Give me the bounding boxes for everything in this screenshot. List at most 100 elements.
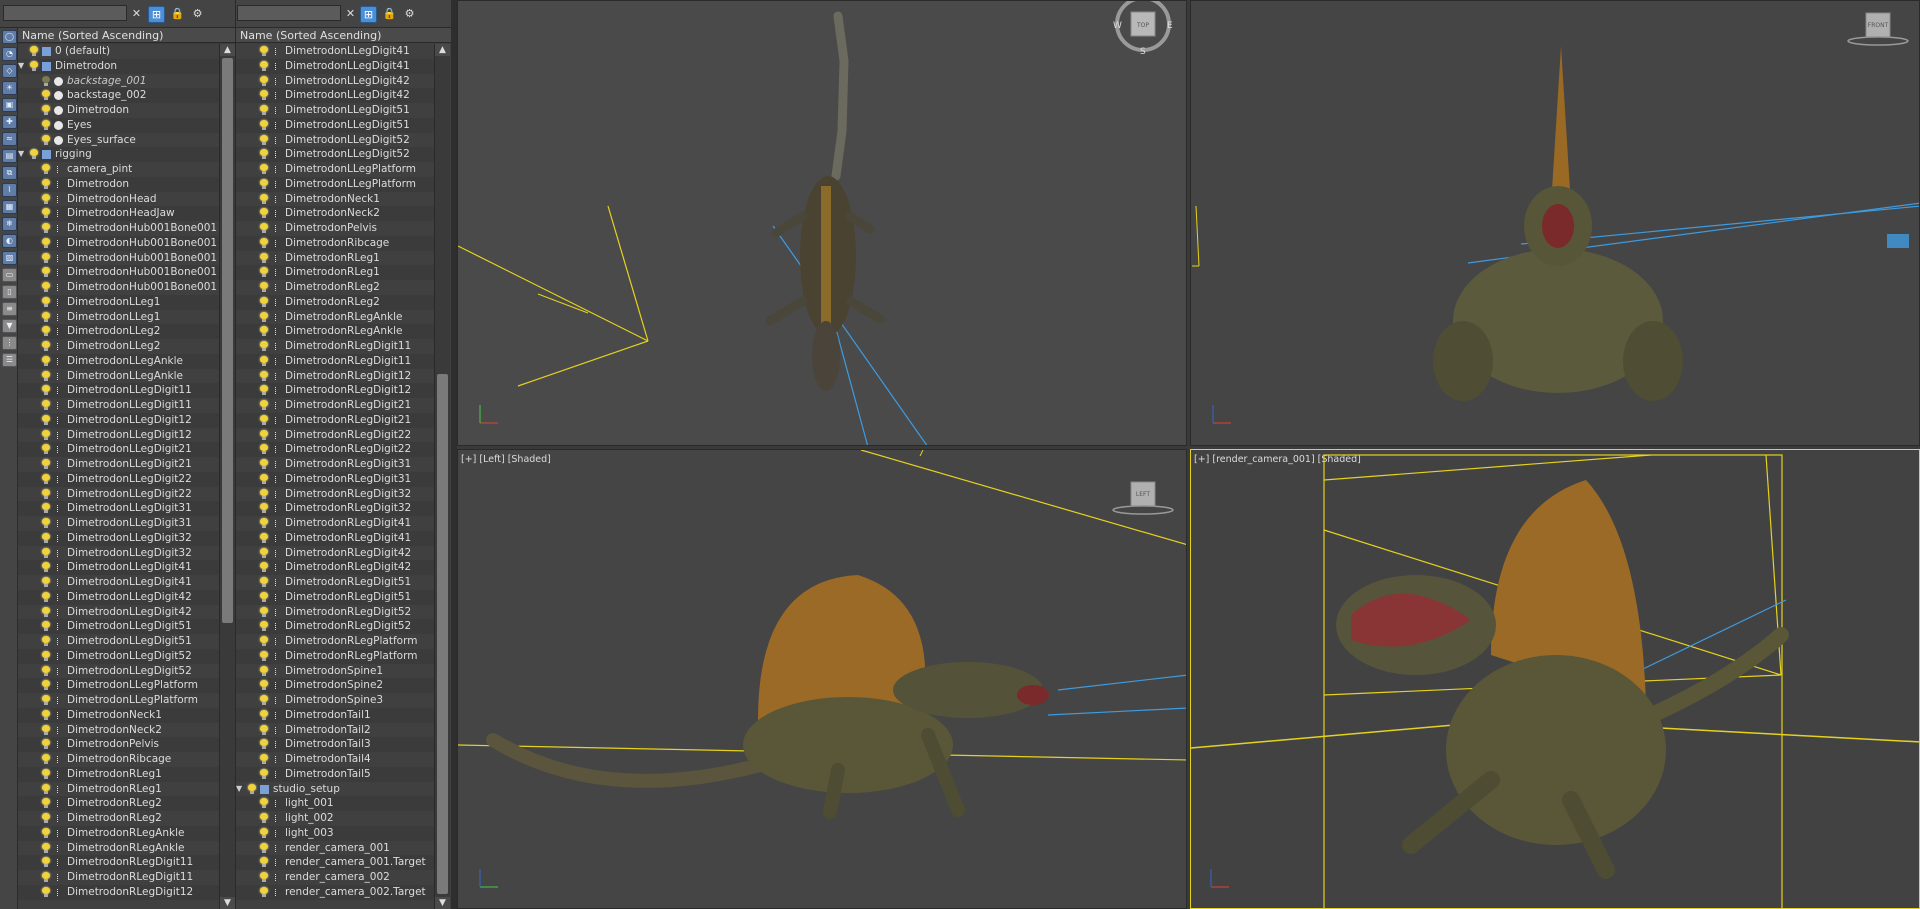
tree-row[interactable]: Eyes_surface bbox=[18, 133, 219, 148]
visibility-bulb-icon[interactable] bbox=[42, 695, 50, 705]
tree-row[interactable]: DimetrodonRLeg1 bbox=[236, 251, 434, 266]
visibility-bulb-icon[interactable] bbox=[42, 208, 50, 219]
viewport-top[interactable]: TOP W E S bbox=[457, 0, 1187, 446]
visibility-bulb-icon[interactable] bbox=[42, 739, 50, 750]
tree-row[interactable]: DimetrodonRLegDigit22 bbox=[236, 428, 434, 443]
visibility-bulb-icon[interactable] bbox=[42, 385, 50, 396]
visibility-bulb-icon[interactable] bbox=[42, 267, 50, 278]
sort-icon[interactable]: ≡ bbox=[2, 302, 17, 316]
visibility-bulb-icon[interactable] bbox=[42, 488, 50, 499]
visibility-bulb-icon[interactable] bbox=[42, 193, 50, 204]
display-xrefs-icon[interactable]: ⧉ bbox=[2, 166, 17, 180]
visibility-bulb-icon[interactable] bbox=[260, 193, 268, 204]
tree-row[interactable]: DimetrodonTail2 bbox=[236, 723, 434, 738]
visibility-bulb-icon[interactable] bbox=[260, 105, 268, 115]
visibility-bulb-icon[interactable] bbox=[42, 577, 50, 587]
invert-display-icon[interactable]: ▯ bbox=[2, 285, 17, 299]
visibility-bulb-icon[interactable] bbox=[42, 724, 50, 735]
visibility-bulb-icon[interactable] bbox=[260, 488, 268, 499]
visibility-bulb-icon[interactable] bbox=[42, 326, 50, 337]
tree-row[interactable]: DimetrodonLLegDigit31 bbox=[18, 516, 219, 531]
left-scrollbar[interactable]: ▲ ▼ bbox=[219, 44, 235, 909]
clear-filter-icon[interactable]: ✕ bbox=[343, 6, 358, 21]
tree-row[interactable]: light_003 bbox=[236, 825, 434, 841]
right-scrollbar[interactable]: ▲ ▼ bbox=[434, 44, 450, 909]
visibility-bulb-icon[interactable] bbox=[42, 827, 50, 838]
display-containers-icon[interactable]: ▦ bbox=[2, 200, 17, 214]
left-scroll-thumb[interactable] bbox=[222, 58, 233, 623]
tree-row[interactable]: DimetrodonNeck2 bbox=[18, 723, 219, 738]
visibility-bulb-icon[interactable] bbox=[260, 370, 268, 381]
visibility-bulb-icon[interactable] bbox=[260, 724, 268, 735]
tree-row[interactable]: DimetrodonTail4 bbox=[236, 752, 434, 767]
visibility-bulb-icon[interactable] bbox=[260, 400, 268, 410]
tree-row[interactable]: DimetrodonSpine1 bbox=[236, 664, 434, 679]
tree-row[interactable]: DimetrodonRLegDigit22 bbox=[236, 442, 434, 457]
tree-row[interactable]: Eyes bbox=[18, 117, 219, 133]
tree-row[interactable]: DimetrodonHub001Bone001 bbox=[18, 221, 219, 236]
select-object-icon[interactable]: ◯ bbox=[2, 30, 17, 44]
visibility-bulb-icon[interactable] bbox=[260, 178, 268, 189]
tree-row[interactable]: DimetrodonLLegDigit32 bbox=[18, 530, 219, 546]
tree-row[interactable]: light_001 bbox=[236, 796, 434, 811]
tree-row[interactable]: DimetrodonLLeg2 bbox=[18, 324, 219, 339]
visibility-bulb-icon[interactable] bbox=[260, 459, 268, 469]
tree-row[interactable]: DimetrodonRLegDigit11 bbox=[18, 855, 219, 870]
scroll-down-icon[interactable]: ▼ bbox=[435, 897, 450, 909]
visibility-bulb-icon[interactable] bbox=[42, 223, 50, 233]
visibility-bulb-icon[interactable] bbox=[260, 385, 268, 396]
tree-row[interactable]: DimetrodonRLegAnkle bbox=[18, 825, 219, 841]
tree-row[interactable]: DimetrodonLLegAnkle bbox=[18, 369, 219, 384]
tree-row[interactable]: DimetrodonHead bbox=[18, 192, 219, 207]
tree-row[interactable]: DimetrodonLLegDigit51 bbox=[18, 619, 219, 634]
viewport-front[interactable]: FRONT bbox=[1190, 0, 1920, 446]
viewcube-front-text[interactable]: FRONT bbox=[1868, 22, 1889, 29]
tree-row[interactable]: DimetrodonSpine2 bbox=[236, 678, 434, 693]
viewport-camera[interactable]: [+] [render_camera_001] [Shaded] bbox=[1190, 449, 1920, 909]
tree-row[interactable]: DimetrodonLLegDigit51 bbox=[236, 103, 434, 118]
tree-row[interactable]: DimetrodonNeck1 bbox=[18, 707, 219, 723]
tree-row[interactable]: DimetrodonLLegDigit52 bbox=[18, 648, 219, 664]
visibility-bulb-icon[interactable] bbox=[260, 518, 268, 528]
tree-row[interactable]: DimetrodonNeck2 bbox=[236, 206, 434, 221]
visibility-bulb-icon[interactable] bbox=[260, 282, 268, 292]
visibility-bulb-icon[interactable] bbox=[42, 650, 50, 661]
tree-row[interactable]: DimetrodonPelvis bbox=[236, 221, 434, 236]
select-children-icon[interactable]: ⊞ bbox=[148, 6, 165, 23]
tree-row[interactable]: DimetrodonRLegPlatform bbox=[236, 648, 434, 664]
tree-row[interactable]: DimetrodonLLeg2 bbox=[18, 339, 219, 354]
select-children-icon[interactable]: ⊞ bbox=[360, 6, 377, 23]
tree-row[interactable]: DimetrodonHub001Bone001 bbox=[18, 235, 219, 251]
visibility-bulb-icon[interactable] bbox=[260, 223, 268, 233]
visibility-bulb-icon[interactable] bbox=[42, 341, 50, 351]
visibility-bulb-icon[interactable] bbox=[42, 282, 50, 292]
tree-row[interactable]: DimetrodonRLegPlatform bbox=[236, 634, 434, 649]
tree-row[interactable]: DimetrodonLLegPlatform bbox=[18, 693, 219, 708]
tree-row[interactable]: render_camera_001.Target bbox=[236, 855, 434, 870]
tree-row[interactable]: DimetrodonLLegDigit31 bbox=[18, 501, 219, 516]
visibility-bulb-icon[interactable] bbox=[42, 473, 50, 484]
visibility-bulb-icon[interactable] bbox=[42, 621, 50, 632]
tree-row[interactable]: DimetrodonRLegDigit11 bbox=[18, 870, 219, 885]
visibility-bulb-icon[interactable] bbox=[42, 547, 50, 558]
scroll-up-icon[interactable]: ▲ bbox=[220, 44, 235, 56]
visibility-bulb-icon[interactable] bbox=[260, 164, 268, 174]
visibility-bulb-icon[interactable] bbox=[42, 164, 50, 174]
tree-row[interactable]: DimetrodonRLegDigit41 bbox=[236, 516, 434, 531]
tree-row[interactable]: render_camera_002 bbox=[236, 870, 434, 885]
tree-row[interactable]: ▼ rigging bbox=[18, 147, 219, 162]
visibility-bulb-icon[interactable] bbox=[260, 650, 268, 661]
visibility-bulb-icon[interactable] bbox=[42, 311, 50, 322]
visibility-bulb-icon[interactable] bbox=[42, 813, 50, 823]
tree-row[interactable]: DimetrodonLLegDigit52 bbox=[236, 133, 434, 148]
visibility-bulb-icon[interactable] bbox=[260, 46, 268, 56]
tree-row[interactable]: DimetrodonLLegDigit11 bbox=[18, 398, 219, 413]
visibility-bulb-icon[interactable] bbox=[260, 842, 268, 853]
visibility-bulb-icon[interactable] bbox=[42, 606, 50, 617]
viewcube-left-text[interactable]: LEFT bbox=[1136, 491, 1150, 498]
display-hidden-icon[interactable]: ◐ bbox=[2, 234, 17, 248]
visibility-bulb-icon[interactable] bbox=[260, 591, 268, 602]
tree-row[interactable]: DimetrodonHub001Bone001 bbox=[18, 280, 219, 295]
visibility-bulb-icon[interactable] bbox=[42, 798, 50, 809]
tree-row[interactable]: DimetrodonRLeg2 bbox=[236, 294, 434, 310]
